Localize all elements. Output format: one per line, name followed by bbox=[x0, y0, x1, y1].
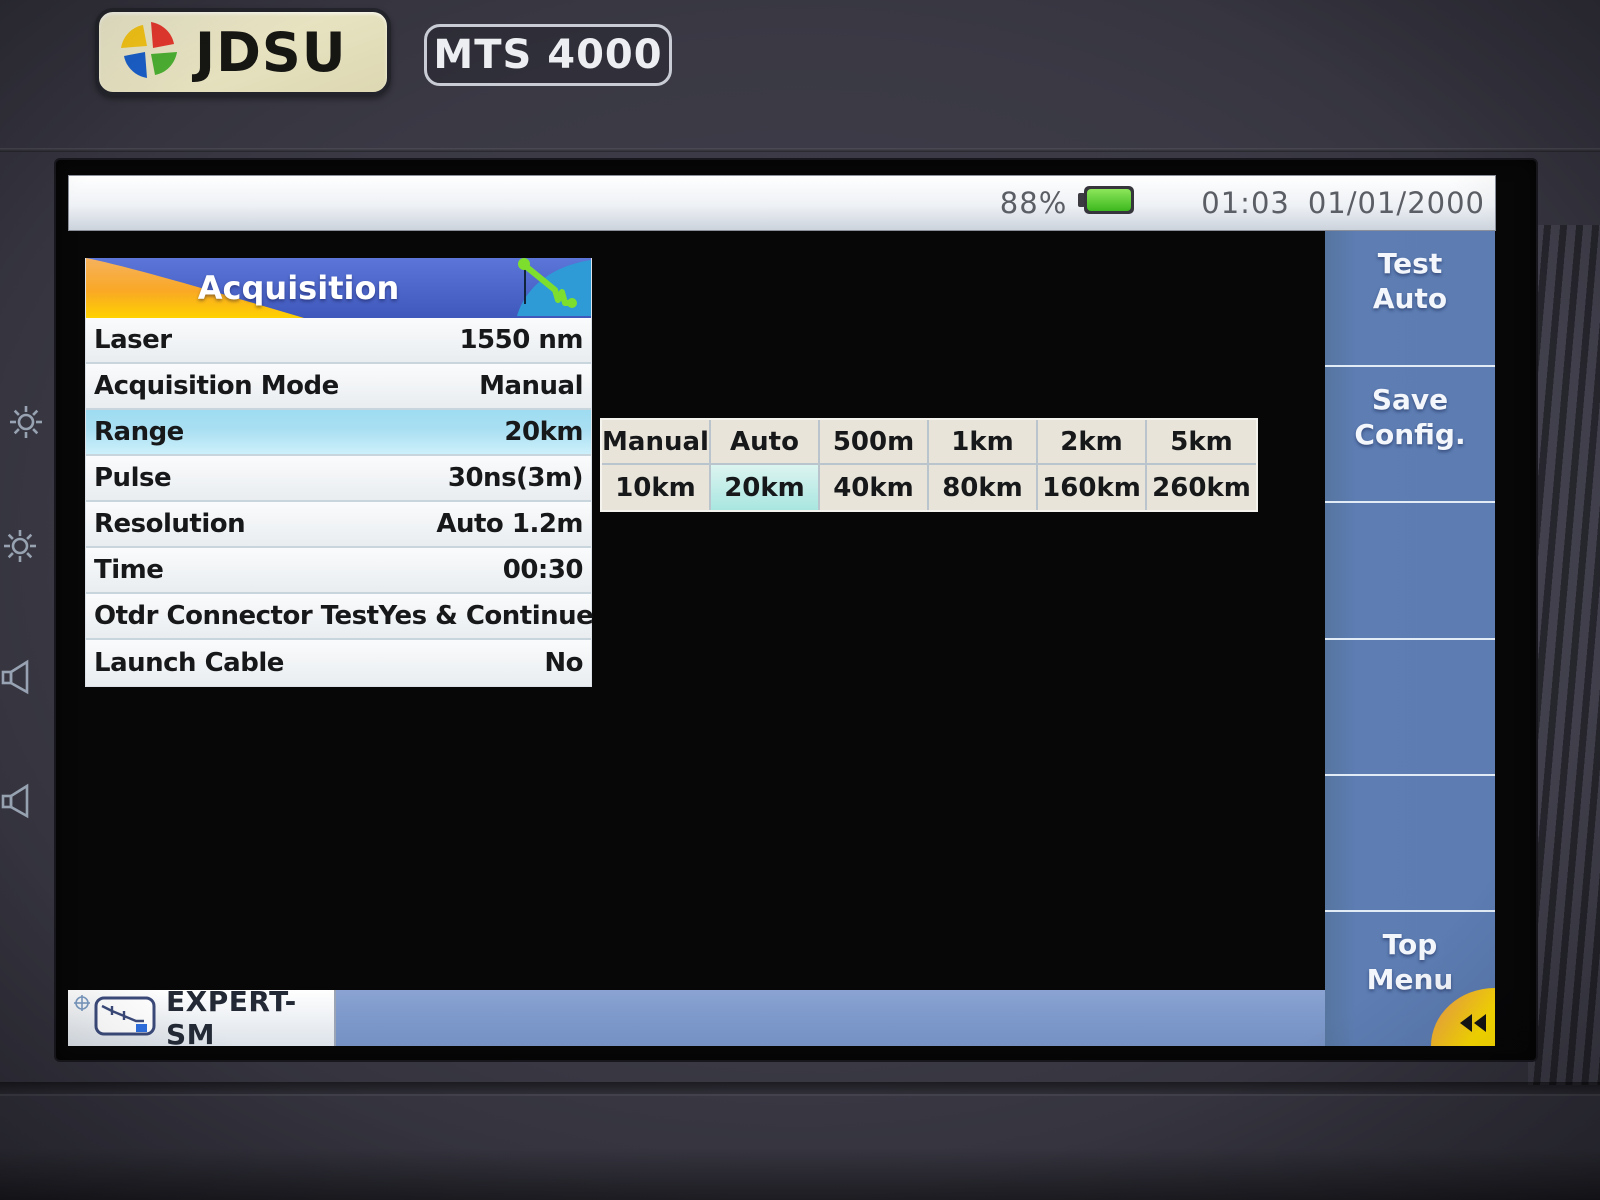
range-option-2km[interactable]: 2km bbox=[1038, 420, 1147, 465]
tab-expert-sm[interactable]: EXPERT-SM bbox=[68, 990, 336, 1046]
brightness-icon bbox=[2, 528, 38, 568]
softkey-save-config[interactable]: Save Config. bbox=[1325, 365, 1495, 501]
row-label: Time bbox=[94, 555, 163, 585]
range-option-260km[interactable]: 260km bbox=[1147, 465, 1256, 510]
row-label: Launch Cable bbox=[94, 648, 284, 678]
row-otdr-connector-test[interactable]: Otdr Connector Test Yes & Continue bbox=[86, 594, 591, 640]
softkey-sidebar: Test Auto Save Config. Top Menu bbox=[1325, 231, 1495, 1046]
row-label: Pulse bbox=[94, 463, 171, 493]
row-time[interactable]: Time 00:30 bbox=[86, 548, 591, 594]
softkey-blank-1 bbox=[1325, 501, 1495, 637]
range-option-80km[interactable]: 80km bbox=[929, 465, 1038, 510]
status-date: 01/01/2000 bbox=[1308, 186, 1485, 220]
row-label: Laser bbox=[94, 325, 172, 355]
row-range[interactable]: Range 20km bbox=[86, 410, 591, 456]
row-value: Yes & Continue bbox=[379, 601, 594, 631]
otdr-trace-icon bbox=[94, 994, 156, 1042]
acquisition-panel: Acquisition Laser 1550 nm bbox=[85, 258, 592, 687]
softkey-test-auto[interactable]: Test Auto bbox=[1325, 231, 1495, 365]
active-config-label: EXPERT-SM bbox=[166, 985, 334, 1051]
row-label: Resolution bbox=[94, 509, 245, 539]
speaker-icon bbox=[0, 782, 34, 824]
range-option-40km[interactable]: 40km bbox=[820, 465, 929, 510]
lcd-screen: 88% 01:03 01/01/2000 Test Auto Save Conf… bbox=[56, 160, 1536, 1060]
range-option-10km[interactable]: 10km bbox=[602, 465, 711, 510]
device-top-seam bbox=[0, 148, 1600, 152]
range-option-20km[interactable]: 20km bbox=[711, 465, 820, 510]
device-photo: JDSU MTS 4000 88% bbox=[0, 0, 1600, 1200]
row-pulse[interactable]: Pulse 30ns(3m) bbox=[86, 456, 591, 502]
row-value: 00:30 bbox=[503, 555, 583, 585]
row-acquisition-mode[interactable]: Acquisition Mode Manual bbox=[86, 364, 591, 410]
row-launch-cable[interactable]: Launch Cable No bbox=[86, 640, 591, 686]
device-side-grip bbox=[1528, 225, 1600, 1085]
row-value: Auto 1.2m bbox=[436, 509, 583, 539]
row-label: Acquisition Mode bbox=[94, 371, 339, 401]
model-name: MTS 4000 bbox=[433, 32, 662, 78]
range-option-1km[interactable]: 1km bbox=[929, 420, 1038, 465]
acquisition-panel-header: Acquisition bbox=[86, 258, 591, 318]
jdsu-pinwheel-icon bbox=[117, 18, 181, 86]
acquisition-rows: Laser 1550 nm Acquisition Mode Manual Ra… bbox=[86, 318, 591, 686]
softkey-blank-3 bbox=[1325, 774, 1495, 910]
range-option-manual[interactable]: Manual bbox=[602, 420, 711, 465]
range-popup: Manual Auto 500m 1km 2km 5km 10km 20km 4… bbox=[600, 418, 1258, 512]
row-label: Otdr Connector Test bbox=[94, 601, 379, 631]
device-bottom-edge bbox=[0, 1148, 1600, 1200]
row-value: 30ns(3m) bbox=[448, 463, 583, 493]
battery-percent: 88% bbox=[1000, 186, 1067, 220]
range-option-auto[interactable]: Auto bbox=[711, 420, 820, 465]
panel-title: Acquisition bbox=[86, 258, 511, 318]
model-badge: MTS 4000 bbox=[424, 24, 672, 86]
row-resolution[interactable]: Resolution Auto 1.2m bbox=[86, 502, 591, 548]
clock: 01:03 01/01/2000 bbox=[1201, 186, 1485, 220]
battery-icon bbox=[1077, 182, 1137, 225]
device-bottom-groove bbox=[0, 1082, 1600, 1094]
range-option-160km[interactable]: 160km bbox=[1038, 465, 1147, 510]
row-value: No bbox=[544, 648, 583, 678]
status-bar: 88% 01:03 01/01/2000 bbox=[68, 175, 1496, 231]
brightness-icon bbox=[8, 404, 44, 444]
bottom-bar: EXPERT-SM bbox=[68, 990, 1325, 1046]
row-label: Range bbox=[94, 417, 184, 447]
target-icon bbox=[73, 994, 91, 1016]
brand-name: JDSU bbox=[195, 21, 347, 84]
otdr-trace-icon bbox=[479, 258, 591, 318]
double-left-arrow-icon bbox=[1457, 1012, 1489, 1038]
row-value: 1550 nm bbox=[459, 325, 583, 355]
speaker-icon bbox=[0, 658, 34, 700]
range-option-5km[interactable]: 5km bbox=[1147, 420, 1256, 465]
row-laser[interactable]: Laser 1550 nm bbox=[86, 318, 591, 364]
jdsu-logo-badge: JDSU bbox=[95, 8, 391, 96]
softkey-blank-2 bbox=[1325, 638, 1495, 774]
row-value: Manual bbox=[479, 371, 583, 401]
row-value: 20km bbox=[504, 417, 583, 447]
status-time: 01:03 bbox=[1201, 186, 1290, 220]
range-option-500m[interactable]: 500m bbox=[820, 420, 929, 465]
